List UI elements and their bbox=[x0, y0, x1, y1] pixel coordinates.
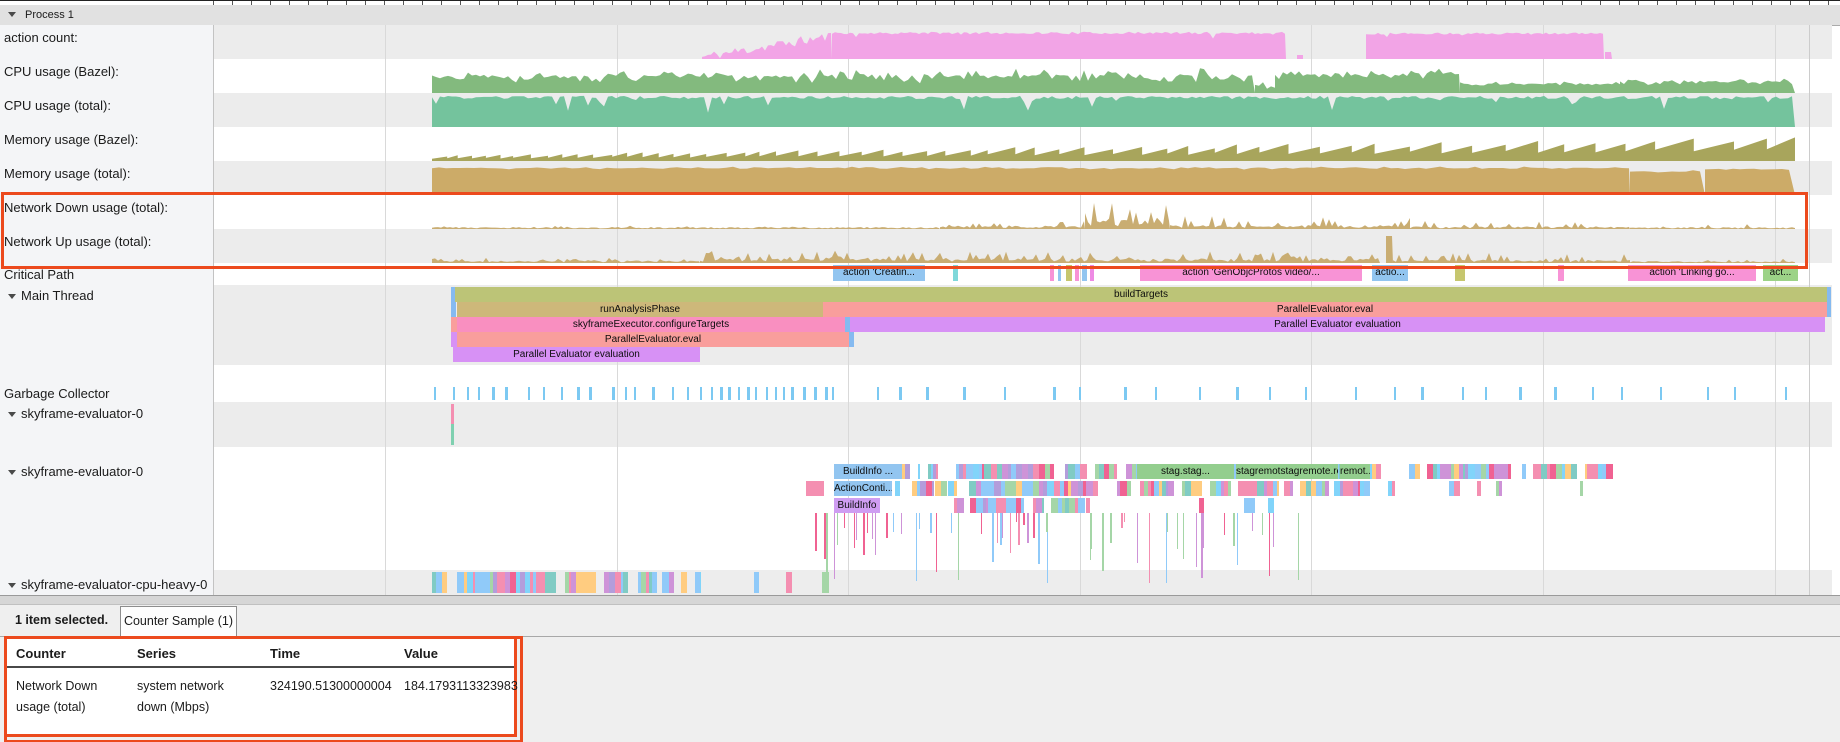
net-down-chart[interactable] bbox=[0, 195, 1840, 229]
sidebar-item-mem-bazel[interactable]: Memory usage (Bazel): bbox=[4, 132, 138, 147]
action-count-chart[interactable] bbox=[0, 25, 1840, 59]
track-row-gap2 bbox=[0, 447, 1832, 462]
sidebar-item-evaluator-b[interactable]: skyframe-evaluator-0 bbox=[8, 464, 143, 479]
table-header-row: Counter Series Time Value bbox=[7, 639, 514, 667]
col-series[interactable]: Series bbox=[128, 639, 261, 667]
track-row-cpu-heavy[interactable] bbox=[0, 570, 1832, 595]
sidebar-item-cpu-total[interactable]: CPU usage (total): bbox=[4, 98, 111, 113]
process-header[interactable]: Process 1 bbox=[0, 5, 1840, 26]
sidebar-item-critical-path[interactable]: Critical Path bbox=[4, 267, 74, 282]
counter-sample-table: Counter Series Time Value Network Down u… bbox=[4, 636, 517, 737]
sidebar-item-mem-total[interactable]: Memory usage (total): bbox=[4, 166, 130, 181]
sidebar-item-net-up[interactable]: Network Up usage (total): bbox=[4, 234, 151, 249]
viewport-edge-line bbox=[1809, 25, 1810, 595]
track-row-evaluator-a[interactable] bbox=[0, 402, 1832, 447]
process-title: Process 1 bbox=[25, 9, 74, 21]
track-row-evaluator-b[interactable] bbox=[0, 462, 1832, 570]
sidebar-item-gc[interactable]: Garbage Collector bbox=[4, 386, 110, 401]
net-up-chart[interactable] bbox=[0, 229, 1840, 263]
col-time[interactable]: Time bbox=[261, 639, 395, 667]
cpu-total-chart[interactable] bbox=[0, 93, 1840, 127]
col-counter[interactable]: Counter bbox=[7, 639, 128, 667]
cpu-bazel-chart[interactable] bbox=[0, 59, 1840, 93]
collapse-triangle-icon bbox=[8, 12, 16, 17]
sidebar-item-action-count[interactable]: action count: bbox=[4, 30, 78, 45]
track-row-critical-path[interactable] bbox=[0, 263, 1832, 285]
col-value[interactable]: Value bbox=[395, 639, 514, 667]
collapse-triangle-icon bbox=[8, 412, 16, 417]
sidebar-item-main-thread[interactable]: Main Thread bbox=[8, 288, 94, 303]
mem-bazel-chart[interactable] bbox=[0, 127, 1840, 161]
sidebar-item-net-down[interactable]: Network Down usage (total): bbox=[4, 200, 168, 215]
cell-series: system network down (Mbps) bbox=[128, 667, 261, 720]
cell-time: 324190.51300000004 bbox=[261, 667, 395, 720]
collapse-triangle-icon bbox=[8, 583, 16, 588]
details-panel: 1 item selected. Counter Sample (1) Coun… bbox=[0, 605, 1840, 742]
panel-resize-divider[interactable] bbox=[0, 595, 1840, 605]
track-row-gc[interactable] bbox=[0, 385, 1832, 402]
track-sidebar: action count: CPU usage (Bazel): CPU usa… bbox=[0, 25, 214, 595]
sidebar-item-evaluator-a[interactable]: skyframe-evaluator-0 bbox=[8, 406, 143, 421]
sidebar-item-cpu-bazel[interactable]: CPU usage (Bazel): bbox=[4, 64, 119, 79]
mem-total-chart[interactable] bbox=[0, 161, 1840, 195]
collapse-triangle-icon bbox=[8, 470, 16, 475]
cell-counter: Network Down usage (total) bbox=[7, 667, 128, 720]
selection-status: 1 item selected. bbox=[15, 613, 108, 627]
tab-counter-sample[interactable]: Counter Sample (1) bbox=[120, 606, 237, 636]
track-row-main-thread[interactable] bbox=[0, 285, 1832, 365]
cell-value: 184.1793113323983 bbox=[395, 667, 514, 720]
collapse-triangle-icon bbox=[8, 294, 16, 299]
sidebar-item-cpu-heavy[interactable]: skyframe-evaluator-cpu-heavy-0 bbox=[8, 577, 207, 592]
track-row-gap1 bbox=[0, 365, 1832, 385]
trace-viewer: Process 1 action 'Creatin...action 'GenO… bbox=[0, 0, 1840, 742]
table-row[interactable]: Network Down usage (total) system networ… bbox=[7, 667, 514, 720]
